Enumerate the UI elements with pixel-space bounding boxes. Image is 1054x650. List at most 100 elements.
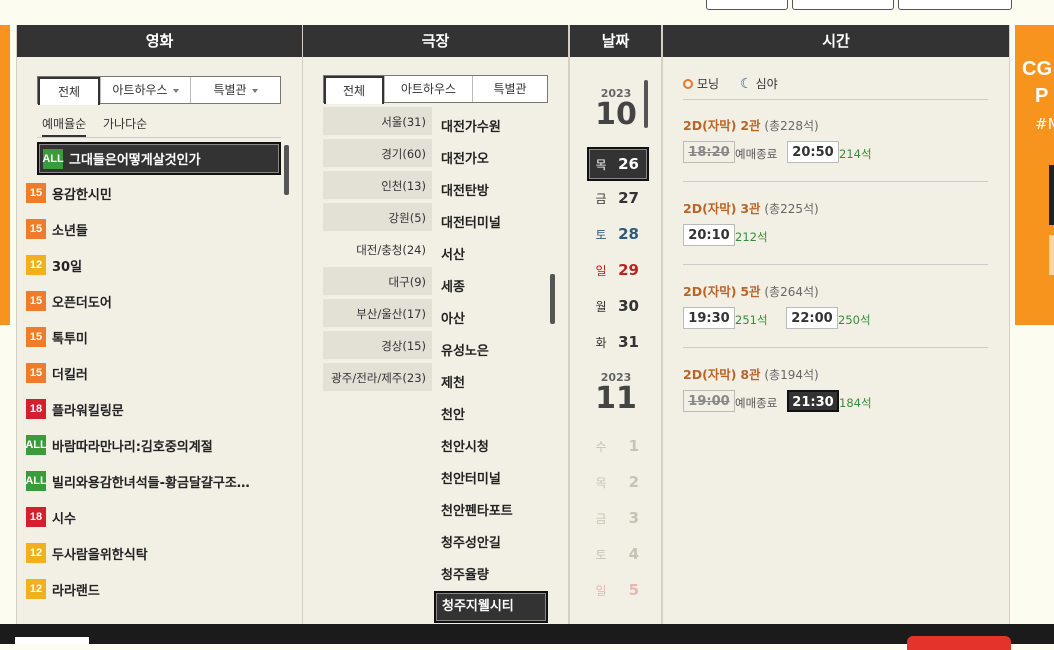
left-ad-banner[interactable] xyxy=(0,25,10,325)
date-list-scrollbar[interactable] xyxy=(644,80,648,128)
movie-item[interactable]: 18 플라워킬링문 xyxy=(22,394,284,424)
theater-item[interactable]: 청주성안길 xyxy=(441,532,501,551)
showtime-button[interactable]: 21:30 xyxy=(787,390,839,412)
movie-item[interactable]: 12 라라랜드 xyxy=(22,574,284,604)
top-button[interactable] xyxy=(706,0,788,10)
theater-item[interactable]: 서산 xyxy=(441,244,465,263)
movie-title: 더킬러 xyxy=(52,367,88,383)
date-column-header: 날짜 xyxy=(570,25,661,57)
theater-item[interactable]: 유성노은 xyxy=(441,340,489,359)
date-item[interactable]: 금3 xyxy=(589,503,647,533)
region-item[interactable]: 강원(5) xyxy=(323,203,432,233)
tab-arthouse[interactable]: 아트하우스 xyxy=(100,77,190,103)
theater-item[interactable]: 대전터미널 xyxy=(441,212,501,231)
remaining-seats: 251석 xyxy=(735,313,768,327)
night-legend: ☾ 심야 xyxy=(740,75,778,92)
chevron-down-icon xyxy=(172,88,179,93)
theater-item[interactable]: 청주지웰시티 xyxy=(434,591,548,623)
movie-title: 톡투미 xyxy=(52,331,88,347)
movie-item[interactable]: 15 더킬러 xyxy=(22,358,284,388)
divider xyxy=(37,137,281,138)
date-item[interactable]: 목 26 xyxy=(587,147,649,181)
hall-name: 3관 xyxy=(740,201,761,216)
date-item[interactable]: 수1 xyxy=(589,431,647,461)
day-number: 28 xyxy=(618,225,639,243)
date-item[interactable]: 토 28 xyxy=(589,219,647,249)
footer-button[interactable] xyxy=(907,636,1011,650)
theater-item[interactable]: 천안터미널 xyxy=(441,468,501,487)
sort-by-name[interactable]: 가나다순 xyxy=(103,115,147,132)
tab-special[interactable]: 특별관 xyxy=(472,76,547,102)
theater-item[interactable]: 제천 xyxy=(441,372,465,391)
movie-item[interactable]: ALL 바람따라만나리:김호중의계절 xyxy=(22,430,284,460)
sort-by-booking-rate[interactable]: 예매율순 xyxy=(42,115,87,137)
movie-title: 오픈더도어 xyxy=(52,295,112,311)
region-item[interactable]: 서울(31) xyxy=(323,107,432,137)
movie-item[interactable]: ALL 그대들은어떻게살것인가 xyxy=(37,142,281,175)
top-button[interactable] xyxy=(898,0,1012,10)
showtime-button[interactable]: 20:10 xyxy=(683,224,735,246)
showtime-button[interactable]: 22:00 xyxy=(786,307,838,329)
date-item[interactable]: 월 30 xyxy=(589,291,647,321)
showtime-button[interactable]: 20:50 xyxy=(787,141,839,163)
theater-item[interactable]: 대전가수원 xyxy=(441,116,501,135)
movie-item[interactable]: 18 시수 xyxy=(22,502,284,532)
date-item[interactable]: 일 29 xyxy=(589,255,647,285)
day-number: 27 xyxy=(618,189,639,207)
showtime-button[interactable]: 19:00 xyxy=(683,390,735,412)
movie-item[interactable]: 15 용감한시민 xyxy=(22,178,284,208)
theater-item[interactable]: 대전탄방 xyxy=(441,180,489,199)
movie-title: 바람따라만나리:김호중의계절 xyxy=(52,439,213,455)
date-item[interactable]: 목2 xyxy=(589,467,647,497)
theater-list-scrollbar[interactable] xyxy=(550,274,555,324)
movie-title: 용감한시민 xyxy=(52,187,112,203)
region-item[interactable]: 대구(9) xyxy=(323,267,432,297)
hall-header: 2D(자막) 8관 (총194석) xyxy=(683,364,988,383)
region-item[interactable]: 부산/울산(17) xyxy=(323,299,432,329)
movie-item[interactable]: 12 두사람을위한식탁 xyxy=(22,538,284,568)
date-item[interactable]: 화 31 xyxy=(589,327,647,357)
date-item[interactable]: 일5 xyxy=(589,575,647,605)
screen-format: 2D(자막) xyxy=(683,284,737,299)
theater-item[interactable]: 천안펜타포트 xyxy=(441,500,513,519)
region-item[interactable]: 인천(13) xyxy=(323,171,432,201)
right-ad-banner[interactable]: CG P #M xyxy=(1015,25,1054,325)
theater-item[interactable]: 천안시청 xyxy=(441,436,489,455)
footer-logo xyxy=(15,637,89,644)
date-item[interactable]: 토4 xyxy=(589,539,647,569)
region-item[interactable]: 경기(60) xyxy=(323,139,432,169)
age-rating-badge: 15 xyxy=(26,327,46,347)
date-item[interactable]: 금 27 xyxy=(589,183,647,213)
region-item[interactable]: 광주/전라/제주(23) xyxy=(323,363,432,393)
theater-item[interactable]: 세종 xyxy=(441,276,465,295)
movie-list-scrollbar[interactable] xyxy=(284,145,289,195)
ad-graphic xyxy=(1049,165,1054,225)
theater-item[interactable]: 청주율량 xyxy=(441,564,489,583)
morning-legend: 모닝 xyxy=(683,75,719,92)
showtime-button[interactable]: 19:30 xyxy=(683,307,735,329)
theater-item[interactable]: 천안 xyxy=(441,404,465,423)
top-button[interactable] xyxy=(792,0,894,10)
region-item[interactable]: 경상(15) xyxy=(323,331,432,361)
remaining-seats: 214석 xyxy=(839,147,872,161)
tab-special[interactable]: 특별관 xyxy=(190,77,280,103)
movie-item[interactable]: 15 소년들 xyxy=(22,214,284,244)
showtime-button[interactable]: 18:20 xyxy=(683,141,735,163)
movie-item[interactable]: 15 톡투미 xyxy=(22,322,284,352)
day-number: 4 xyxy=(628,545,639,563)
remaining-seats: 250석 xyxy=(838,313,871,327)
sun-icon xyxy=(683,78,693,89)
day-of-week: 목 xyxy=(595,475,607,490)
tab-arthouse[interactable]: 아트하우스 xyxy=(384,76,472,102)
tab-all[interactable]: 전체 xyxy=(324,76,384,104)
theater-item[interactable]: 아산 xyxy=(441,308,465,327)
tab-all[interactable]: 전체 xyxy=(38,77,100,105)
total-seats: (총228석) xyxy=(764,119,819,133)
total-seats: (총225석) xyxy=(764,202,819,216)
movie-item[interactable]: 12 30일 xyxy=(22,250,284,280)
day-of-week: 일 xyxy=(595,583,607,598)
movie-item[interactable]: 15 오픈더도어 xyxy=(22,286,284,316)
movie-item[interactable]: ALL 빌리와용감한녀석들-황금달걀구조… xyxy=(22,466,284,496)
region-item[interactable]: 대전/충청(24) xyxy=(323,235,432,265)
theater-item[interactable]: 대전가오 xyxy=(441,148,489,167)
